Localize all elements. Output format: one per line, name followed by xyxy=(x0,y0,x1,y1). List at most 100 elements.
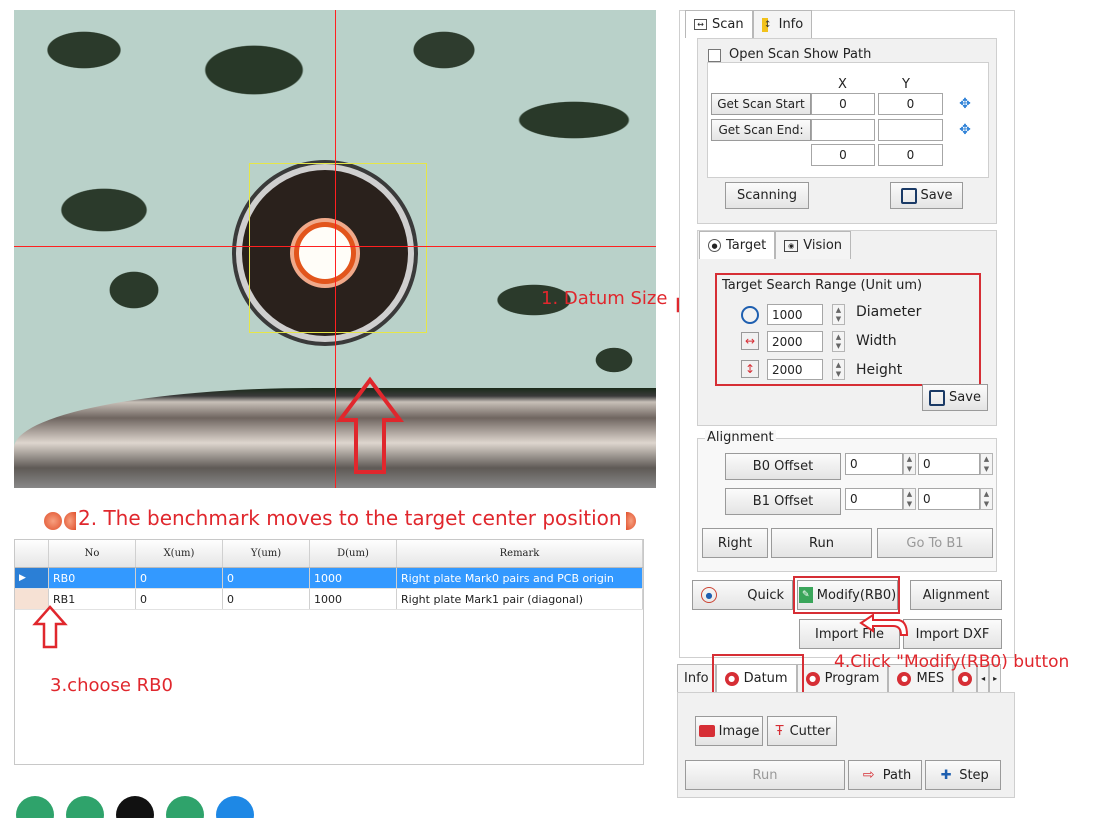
b0-y-spinner[interactable]: ▲ ▼ xyxy=(980,453,993,475)
dock-download-icon[interactable] xyxy=(66,796,104,818)
move-end-icon[interactable]: ✥ xyxy=(955,122,975,140)
dock-target-icon[interactable] xyxy=(216,796,254,818)
header-y[interactable]: Y(um) xyxy=(223,540,310,567)
target-save-label: Save xyxy=(949,390,981,405)
scan-start-x-field[interactable]: 0 xyxy=(811,93,875,115)
header-no[interactable]: No xyxy=(49,540,136,567)
dock-board-icon[interactable] xyxy=(116,796,154,818)
b0-offset-button[interactable]: B0 Offset xyxy=(725,453,841,480)
camera-view[interactable] xyxy=(14,10,656,488)
cell-x: 0 xyxy=(136,589,223,609)
step-button[interactable]: ✚ Step xyxy=(925,760,1001,790)
row-selected-arrow-icon: ▶ xyxy=(15,568,49,588)
cell-remark: Right plate Mark1 pair (diagonal) xyxy=(397,589,643,609)
scan-end-x-field[interactable] xyxy=(811,119,875,141)
cell-y: 0 xyxy=(223,568,310,588)
scan-start-y-field[interactable]: 0 xyxy=(878,93,943,115)
cutter-button[interactable]: Ŧ Cutter xyxy=(767,716,837,746)
annotation-benchmark: 2. The benchmark moves to the target cen… xyxy=(78,506,622,530)
tab-vision[interactable]: ◉ Vision xyxy=(775,231,852,259)
tab-info[interactable]: ↕ Info xyxy=(752,10,813,38)
col-y-label: Y xyxy=(902,77,910,92)
modify-highlight xyxy=(793,576,900,614)
tab-vision-label: Vision xyxy=(803,238,843,253)
header-indicator xyxy=(15,540,49,567)
quick-button[interactable]: ● Quick xyxy=(692,580,793,610)
dock-board-b-icon[interactable] xyxy=(166,796,204,818)
save-disk-icon xyxy=(929,389,946,406)
tab-scan[interactable]: ↔ Scan xyxy=(685,10,753,38)
next-half-dot-icon xyxy=(626,512,636,530)
right-button[interactable]: Right xyxy=(702,528,768,558)
scanning-button[interactable]: Scanning xyxy=(725,182,809,209)
b0-x-field[interactable]: 0 xyxy=(845,453,903,475)
cell-d: 1000 xyxy=(310,589,397,609)
b0-x-spinner[interactable]: ▲ ▼ xyxy=(903,453,916,475)
curved-arrow-icon xyxy=(859,613,909,636)
annotation-datum-size: 1. Datum Size xyxy=(541,288,668,309)
up-arrow-icon xyxy=(32,605,68,649)
col-x-label: X xyxy=(838,77,847,92)
record-dot-icon xyxy=(44,512,62,530)
tab-bottom-info[interactable]: Info xyxy=(677,664,716,692)
right-panel: ↔ Scan ↕ Info Open Scan Show Path X Y Ge… xyxy=(677,10,1017,818)
cutter-label: Cutter xyxy=(789,723,831,739)
target-tabbar: ● Target ◉ Vision xyxy=(699,231,852,259)
b1-x-spinner[interactable]: ▲ ▼ xyxy=(903,488,916,510)
step-label: Step xyxy=(959,767,989,783)
program-tab-icon: ● xyxy=(805,671,820,686)
cell-remark: Right plate Mark0 pairs and PCB origin xyxy=(397,568,643,588)
alignment-run-button[interactable]: Run xyxy=(771,528,872,558)
tab-target[interactable]: ● Target xyxy=(699,231,776,259)
b1-offset-button[interactable]: B1 Offset xyxy=(725,488,841,515)
cell-no: RB0 xyxy=(49,568,136,588)
info-bars-icon: ↕ xyxy=(761,17,774,32)
center-up-arrow-icon xyxy=(336,376,404,474)
cell-x: 0 xyxy=(136,568,223,588)
get-scan-start-button[interactable]: Get Scan Start xyxy=(711,93,811,115)
table-row[interactable]: ▶ RB0 0 0 1000 Right plate Mark0 pairs a… xyxy=(15,568,643,589)
move-start-icon[interactable]: ✥ xyxy=(955,96,975,114)
header-remark[interactable]: Remark xyxy=(397,540,643,567)
b1-y-field[interactable]: 0 xyxy=(918,488,980,510)
go-to-b1-button[interactable]: Go To B1 xyxy=(877,528,993,558)
target-icon: ● xyxy=(708,239,721,252)
record-half-dot-icon xyxy=(64,512,76,530)
target-save-button[interactable]: Save xyxy=(922,384,988,411)
alignment-button[interactable]: Alignment xyxy=(910,580,1002,610)
cell-y: 0 xyxy=(223,589,310,609)
b1-y-spinner[interactable]: ▲ ▼ xyxy=(980,488,993,510)
annotation-click-modify: 4.Click "Modify(RB0) button xyxy=(834,652,1070,672)
b0-y-field[interactable]: 0 xyxy=(918,453,980,475)
search-range-box xyxy=(249,163,427,333)
get-scan-end-button[interactable]: Get Scan End: xyxy=(711,119,811,141)
scan-size-x-field[interactable]: 0 xyxy=(811,144,875,166)
header-d[interactable]: D(um) xyxy=(310,540,397,567)
image-label: Image xyxy=(718,723,760,739)
bottom-run-button[interactable]: Run xyxy=(685,760,845,790)
tab-target-label: Target xyxy=(726,238,767,253)
scan-save-label: Save xyxy=(920,188,953,203)
tab-mes-label: MES xyxy=(916,671,945,686)
scan-size-y-field[interactable]: 0 xyxy=(878,144,943,166)
datum-table: No X(um) Y(um) D(um) Remark ▶ RB0 0 0 10… xyxy=(14,539,644,765)
mes-tab-icon: ● xyxy=(897,671,912,686)
scan-save-button[interactable]: Save xyxy=(890,182,963,209)
tab-bottom-info-label: Info xyxy=(684,671,709,686)
import-dxf-button[interactable]: Import DXF xyxy=(903,619,1002,649)
image-button[interactable]: Image xyxy=(695,716,763,746)
datum-size-highlight xyxy=(715,273,981,386)
header-x[interactable]: X(um) xyxy=(136,540,223,567)
scan-end-y-field[interactable] xyxy=(878,119,943,141)
tab-info-label: Info xyxy=(778,17,804,32)
tab-scan-label: Scan xyxy=(712,17,744,32)
dock-upload-icon[interactable] xyxy=(16,796,54,818)
open-scan-checkbox[interactable] xyxy=(708,49,721,62)
scan-tabbar: ↔ Scan ↕ Info xyxy=(685,10,813,38)
b1-x-field[interactable]: 0 xyxy=(845,488,903,510)
annotation-choose-rb0: 3.choose RB0 xyxy=(50,675,173,696)
path-button[interactable]: ⇨ Path xyxy=(848,760,922,790)
crosshair-horizontal xyxy=(14,246,656,247)
table-row[interactable]: RB1 0 0 1000 Right plate Mark1 pair (dia… xyxy=(15,589,643,610)
step-icon: ✚ xyxy=(940,767,952,783)
